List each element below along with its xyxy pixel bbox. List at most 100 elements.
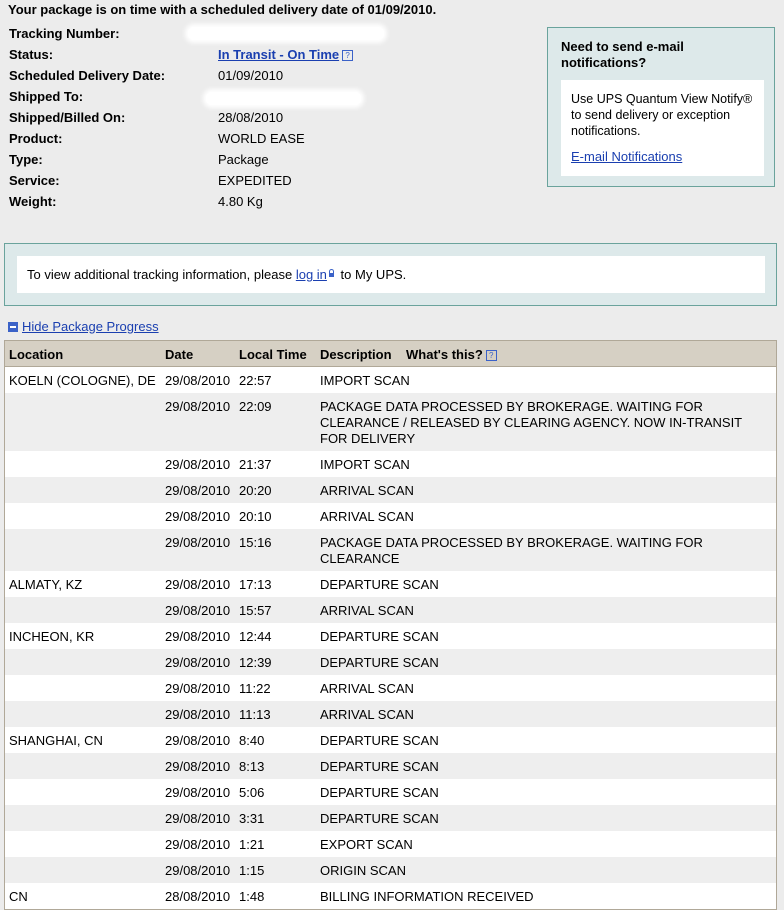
table-row: 29/08/2010 1:15 ORIGIN SCAN bbox=[5, 857, 776, 883]
login-prompt-text: To view additional tracking information,… bbox=[27, 267, 293, 282]
email-notification-panel: Need to send e-mail notifications? Use U… bbox=[547, 27, 775, 187]
weight-value: 4.80 Kg bbox=[218, 194, 263, 209]
status-link[interactable]: In Transit - On Time bbox=[218, 47, 339, 62]
hide-package-progress[interactable]: Hide Package Progress bbox=[8, 319, 159, 334]
shipped-billed-label: Shipped/Billed On: bbox=[9, 110, 126, 125]
header-local-time: Local Time bbox=[239, 347, 307, 362]
table-row: KOELN (COLOGNE), DE 29/08/2010 22:57 IMPORT… bbox=[5, 367, 776, 393]
description-cell: DEPARTURE SCAN bbox=[320, 629, 439, 644]
description-cell: IMPORT SCAN bbox=[320, 373, 410, 388]
type-label: Type: bbox=[9, 152, 43, 167]
time-cell: 8:13 bbox=[239, 759, 265, 774]
location-cell: ALMATY, KZ bbox=[9, 577, 83, 592]
time-cell: 22:09 bbox=[239, 399, 272, 414]
summary-row-scheduled-delivery: Scheduled Delivery Date: 01/09/2010 bbox=[9, 68, 409, 89]
time-cell: 15:57 bbox=[239, 603, 272, 618]
description-cell: ORIGIN SCAN bbox=[320, 863, 406, 878]
table-row: 29/08/2010 3:31 DEPARTURE SCAN bbox=[5, 805, 776, 831]
summary-row-type: Type: Package bbox=[9, 152, 409, 173]
table-row: 29/08/2010 8:13 DEPARTURE SCAN bbox=[5, 753, 776, 779]
header-date: Date bbox=[165, 347, 194, 362]
summary-row-tracking-number: Tracking Number: bbox=[9, 26, 409, 47]
table-row: INCHEON, KR 29/08/2010 12:44 DEPARTURE SCAN bbox=[5, 623, 776, 649]
table-row: 29/08/2010 11:22 ARRIVAL SCAN bbox=[5, 675, 776, 701]
hide-package-progress-link[interactable]: Hide Package Progress bbox=[22, 319, 159, 334]
summary-row-shipped-to: Shipped To: bbox=[9, 89, 409, 110]
table-row: 29/08/2010 12:39 DEPARTURE SCAN bbox=[5, 649, 776, 675]
description-cell: ARRIVAL SCAN bbox=[320, 509, 414, 524]
date-cell: 29/08/2010 bbox=[165, 603, 231, 618]
email-notifications-link[interactable]: E-mail Notifications bbox=[571, 149, 682, 164]
time-cell: 17:13 bbox=[239, 577, 272, 592]
time-cell: 22:57 bbox=[239, 373, 272, 388]
date-cell: 29/08/2010 bbox=[165, 535, 231, 550]
summary-row-service: Service: EXPEDITED bbox=[9, 173, 409, 194]
date-cell: 29/08/2010 bbox=[165, 733, 231, 748]
notify-body: Use UPS Quantum View Notify® to send del… bbox=[561, 80, 764, 176]
login-prompt: To view additional tracking information,… bbox=[27, 267, 406, 282]
date-cell: 29/08/2010 bbox=[165, 509, 231, 524]
time-cell: 20:10 bbox=[239, 509, 272, 524]
header-location: Location bbox=[9, 347, 64, 362]
login-prompt-panel: To view additional tracking information,… bbox=[4, 243, 777, 306]
date-cell: 29/08/2010 bbox=[165, 483, 231, 498]
date-cell: 29/08/2010 bbox=[165, 399, 231, 414]
location-cell: KOELN (COLOGNE), DE bbox=[9, 373, 156, 388]
package-progress-table: Location Date Local Time Description Wha… bbox=[4, 340, 777, 910]
description-cell: ARRIVAL SCAN bbox=[320, 707, 414, 722]
location-cell: CN bbox=[9, 889, 28, 904]
help-icon[interactable]: ? bbox=[342, 50, 354, 62]
description-cell: PACKAGE DATA PROCESSED BY BROKERAGE. WAI… bbox=[320, 399, 742, 446]
date-cell: 29/08/2010 bbox=[165, 863, 231, 878]
table-row: CN 28/08/2010 1:48 BILLING INFORMATION RECE… bbox=[5, 883, 776, 909]
status-label: Status: bbox=[9, 47, 54, 62]
table-row: SHANGHAI, CN 29/08/2010 8:40 DEPARTURE SCAN bbox=[5, 727, 776, 753]
description-cell: DEPARTURE SCAN bbox=[320, 577, 439, 592]
time-cell: 15:16 bbox=[239, 535, 272, 550]
description-cell: PACKAGE DATA PROCESSED BY BROKERAGE. WAI… bbox=[320, 535, 703, 566]
service-label: Service: bbox=[9, 173, 60, 188]
description-cell: ARRIVAL SCAN bbox=[320, 681, 414, 696]
table-row: 29/08/2010 15:57 ARRIVAL SCAN bbox=[5, 597, 776, 623]
shipped-to-label: Shipped To: bbox=[9, 89, 84, 104]
description-cell: BILLING INFORMATION RECEIVED bbox=[320, 889, 534, 904]
notify-description: Use UPS Quantum View Notify® to send del… bbox=[571, 92, 753, 138]
time-cell: 11:13 bbox=[239, 707, 271, 722]
location-cell: INCHEON, KR bbox=[9, 629, 95, 644]
summary-row-weight: Weight: 4.80 Kg bbox=[9, 194, 409, 215]
summary-row-shipped-billed: Shipped/Billed On: 28/08/2010 bbox=[9, 110, 409, 131]
service-value: EXPEDITED bbox=[218, 173, 292, 188]
time-cell: 11:22 bbox=[239, 681, 271, 696]
table-header: Location Date Local Time Description Wha… bbox=[5, 341, 776, 367]
date-cell: 29/08/2010 bbox=[165, 759, 231, 774]
help-icon[interactable]: ? bbox=[485, 350, 497, 362]
product-label: Product: bbox=[9, 131, 63, 146]
table-row: 29/08/2010 15:16 PACKAGE DATA PROCESSED BY… bbox=[5, 529, 776, 571]
header-description: Description bbox=[320, 347, 392, 362]
login-link[interactable]: log in bbox=[296, 267, 327, 282]
time-cell: 20:20 bbox=[239, 483, 272, 498]
time-cell: 12:39 bbox=[239, 655, 272, 670]
summary-row-status: Status: In Transit - On Time? bbox=[9, 47, 409, 68]
table-row: 29/08/2010 5:06 DEPARTURE SCAN bbox=[5, 779, 776, 805]
date-cell: 29/08/2010 bbox=[165, 681, 231, 696]
description-cell: DEPARTURE SCAN bbox=[320, 759, 439, 774]
tracking-number-redacted bbox=[188, 27, 384, 40]
type-value: Package bbox=[218, 152, 269, 167]
collapse-icon[interactable] bbox=[8, 322, 18, 332]
time-cell: 1:21 bbox=[239, 837, 265, 852]
date-cell: 29/08/2010 bbox=[165, 629, 231, 644]
time-cell: 5:06 bbox=[239, 785, 265, 800]
date-cell: 29/08/2010 bbox=[165, 577, 231, 592]
time-cell: 12:44 bbox=[239, 629, 272, 644]
date-cell: 28/08/2010 bbox=[165, 889, 231, 904]
location-cell: SHANGHAI, CN bbox=[9, 733, 103, 748]
shipped-billed-value: 28/08/2010 bbox=[218, 110, 284, 125]
time-cell: 1:48 bbox=[239, 889, 265, 904]
description-cell: DEPARTURE SCAN bbox=[320, 811, 439, 826]
time-cell: 21:37 bbox=[239, 457, 272, 472]
shipped-to-redacted bbox=[206, 92, 361, 105]
time-cell: 1:15 bbox=[239, 863, 265, 878]
date-cell: 29/08/2010 bbox=[165, 655, 231, 670]
product-value: WORLD EASE bbox=[218, 131, 305, 146]
